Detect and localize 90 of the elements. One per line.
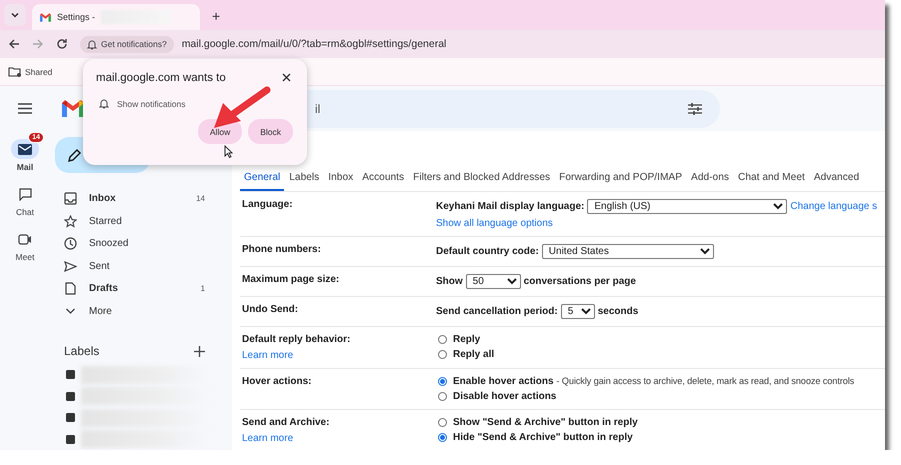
setting-label: Send and Archive:	[242, 417, 330, 428]
option-text: Send cancellation period:	[436, 306, 558, 317]
nav-item[interactable]: Inbox 14	[50, 187, 225, 210]
send-icon	[64, 260, 77, 273]
star-icon	[64, 214, 77, 228]
cursor-icon	[224, 145, 234, 158]
chat-icon	[18, 188, 32, 200]
back-icon[interactable]	[8, 38, 20, 50]
settings-link[interactable]: Change language s	[790, 201, 878, 212]
bell-icon	[87, 38, 97, 50]
dropdown[interactable]: United States	[542, 244, 714, 259]
dropdown[interactable]: English (US)	[587, 199, 788, 214]
plus-icon	[194, 346, 205, 357]
category-tab[interactable]: Filters and Blocked Addresses	[409, 167, 554, 191]
setting-label: Default reply behavior:	[242, 334, 352, 345]
category-tab[interactable]: Add-ons	[687, 167, 733, 191]
close-button[interactable]	[280, 71, 293, 84]
radio-button[interactable]	[438, 350, 447, 359]
address-field[interactable]: mail.google.com/mail/u/0/?tab=rm&ogbl#settings/general	[182, 38, 446, 50]
category-tab[interactable]: Labels	[285, 167, 324, 191]
reload-icon[interactable]	[56, 38, 68, 50]
dropdown[interactable]: 5	[560, 304, 595, 319]
nav-item[interactable]: More	[50, 300, 225, 322]
label-icon	[66, 434, 75, 444]
radio-button[interactable]	[438, 418, 447, 427]
rail-item[interactable]: Chat	[4, 176, 46, 217]
category-tab[interactable]: Advanced	[810, 167, 864, 191]
add-label-button[interactable]	[194, 346, 205, 357]
radio-label: Enable hover actions - Quickly gain access to archive, delete, mark as read, and snooze controls	[453, 376, 854, 387]
radio-label: Hide "Send & Archive" button in reply	[453, 432, 633, 443]
category-tab[interactable]: Chat and Meet	[734, 167, 809, 191]
popup-title: mail.google.com wants to	[96, 72, 226, 84]
browser-tab[interactable]: Settings -	[32, 4, 200, 30]
caret-icon	[10, 10, 20, 20]
settings-link[interactable]: Show all language options	[436, 218, 553, 229]
gmail-icon	[40, 12, 51, 22]
radio-button[interactable]	[438, 392, 447, 401]
learn-more-link[interactable]: Learn more	[242, 433, 436, 444]
radio-button[interactable]	[438, 433, 447, 442]
radio-button[interactable]	[438, 377, 447, 386]
setting-label: Phone numbers:	[242, 244, 322, 255]
popup-button[interactable]: Block	[248, 119, 293, 144]
radio-label: Show "Send & Archive" button in reply	[453, 417, 638, 428]
option-text: Keyhani Mail display language:	[436, 201, 584, 212]
category-tab[interactable]: Inbox	[324, 167, 358, 191]
dropdown[interactable]: 50	[466, 274, 521, 289]
option-text: conversations per page	[524, 276, 636, 287]
section-heading: Labels	[64, 344, 100, 358]
category-tab[interactable]: Forwarding and POP/IMAP	[555, 167, 686, 191]
gmail-logo	[62, 100, 84, 117]
option-text: Show	[436, 276, 463, 287]
bookmark-folder[interactable]: Shared	[8, 66, 52, 78]
tab-title: Settings -	[57, 12, 96, 22]
radio-button[interactable]	[438, 335, 447, 344]
folder-icon	[8, 66, 22, 78]
clock-icon	[64, 237, 77, 250]
label-icon	[66, 392, 75, 401]
learn-more-link[interactable]: Learn more	[242, 350, 436, 361]
document-icon	[64, 282, 77, 296]
chevron-icon	[64, 308, 77, 315]
permission-text: Show notifications	[117, 98, 186, 108]
menu-icon[interactable]	[18, 103, 32, 114]
rail-item[interactable]: Meet	[4, 221, 46, 262]
setting-label: Maximum page size:	[242, 274, 340, 285]
category-tab[interactable]: General	[240, 167, 284, 191]
option-text: seconds	[598, 306, 638, 317]
radio-label: Disable hover actions	[453, 391, 556, 402]
nav-item[interactable]: Sent	[50, 254, 225, 278]
label-icon	[66, 370, 75, 380]
nav-item[interactable]: Starred	[50, 210, 225, 232]
option-text: Default country code:	[436, 246, 539, 257]
setting-label: Undo Send:	[242, 304, 300, 315]
nav-item[interactable]: Snoozed	[50, 232, 225, 255]
pencil-icon	[67, 148, 82, 163]
close-icon	[282, 73, 291, 82]
meet-icon	[18, 234, 32, 244]
bell-icon	[99, 98, 109, 109]
radio-label: Reply	[453, 334, 480, 345]
label-icon	[66, 413, 75, 422]
setting-label: Language:	[242, 199, 294, 210]
notification-chip[interactable]: Get notifications?	[80, 36, 174, 52]
radio-label: Reply all	[453, 349, 494, 360]
category-tab[interactable]: Accounts	[358, 167, 408, 191]
nav-item[interactable]: Drafts 1	[50, 277, 225, 300]
setting-label: Hover actions:	[242, 376, 312, 387]
filter-options-icon[interactable]	[688, 102, 702, 114]
inbox-icon	[64, 192, 77, 206]
tab-list-button[interactable]	[4, 4, 26, 26]
mail-icon	[18, 144, 32, 154]
new-tab-button[interactable]: +	[206, 8, 226, 24]
